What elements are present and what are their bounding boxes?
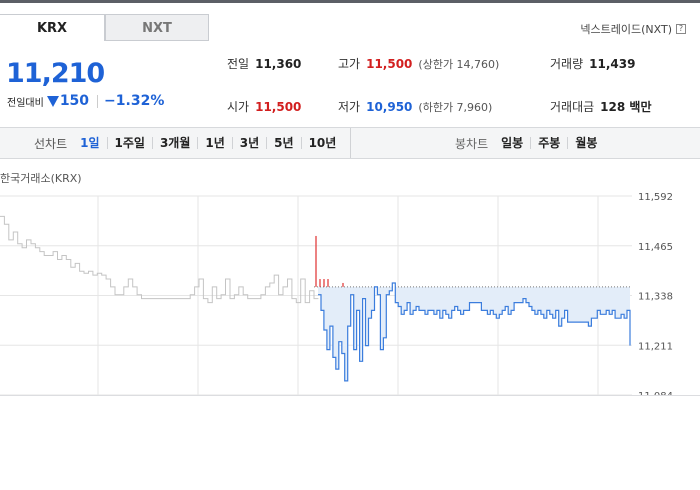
period-10y[interactable]: 10년 [300, 137, 344, 149]
stat-value: 10,950 [366, 100, 413, 114]
stat-low: 저가 10,950 (하한가 7,960) [338, 98, 492, 115]
period-daily-candle[interactable]: 일봉 [501, 137, 530, 149]
period-3m[interactable]: 3개월 [151, 137, 197, 149]
period-weekly-candle[interactable]: 주봉 [530, 137, 567, 149]
stat-label: 고가 [338, 57, 361, 71]
price-area-fill [318, 286, 630, 381]
y-tick-label: 11,211 [638, 341, 673, 352]
y-tick-label: 11,338 [638, 292, 673, 303]
current-price: 11,210 [6, 58, 105, 89]
stat-value: 128 백만 [600, 100, 652, 114]
y-tick-label: 11,465 [638, 242, 673, 253]
tab-krx[interactable]: KRX [0, 14, 105, 41]
line-chart-periods: 선차트 1일 1주일 3개월 1년 3년 5년 10년 [34, 128, 343, 158]
period-1y[interactable]: 1년 [197, 137, 231, 149]
stat-label: 저가 [338, 100, 361, 114]
toolbar-divider [350, 128, 351, 158]
stat-open: 시가 11,500 [227, 98, 301, 115]
period-3y[interactable]: 3년 [231, 137, 266, 149]
stat-high: 고가 11,500 (상한가 14,760) [338, 55, 499, 72]
stat-label: 시가 [227, 100, 250, 114]
stat-amount: 거래대금 128 백만 [550, 98, 651, 115]
stat-value: 11,360 [255, 57, 302, 71]
stat-value: 11,500 [366, 57, 413, 71]
stat-label: 거래대금 [550, 100, 595, 114]
price-change: 전일대비 150 −1.32% [7, 93, 164, 109]
help-icon[interactable]: ? [676, 24, 686, 34]
diff-percent: −1.32% [104, 93, 165, 109]
pre-market-line [0, 215, 319, 304]
diff-label: 전일대비 [7, 97, 44, 109]
diff-separator [97, 94, 99, 108]
stat-prev-close: 전일 11,360 [227, 55, 301, 72]
tab-nxt[interactable]: NXT [105, 14, 209, 41]
period-toolbar: 선차트 1일 1주일 3개월 1년 3년 5년 10년 봉차트 일봉 주봉 월봉 [0, 127, 700, 159]
period-1w[interactable]: 1주일 [106, 137, 152, 149]
down-arrow-icon [46, 95, 59, 107]
stat-sub: (하한가 7,960) [418, 101, 493, 114]
stat-label: 거래량 [550, 57, 584, 71]
candle-chart-title: 봉차트 [455, 136, 489, 151]
stat-value: 11,500 [255, 100, 302, 114]
diff-value: 150 [59, 93, 90, 109]
period-monthly-candle[interactable]: 월봉 [567, 137, 604, 149]
period-5y[interactable]: 5년 [266, 137, 300, 149]
tab-underline [105, 40, 209, 41]
line-chart-title: 선차트 [34, 136, 68, 151]
top-border [0, 0, 700, 3]
y-tick-label: 11,592 [638, 192, 673, 203]
price-chart: 11,59211,46511,33811,21111,084 [0, 192, 673, 395]
stat-volume: 거래량 11,439 [550, 55, 635, 72]
stat-value: 11,439 [589, 57, 636, 71]
chart-caption: 한국거래소(KRX) [0, 172, 82, 185]
period-1d[interactable]: 1일 [80, 137, 106, 149]
stat-sub: (상한가 14,760) [418, 58, 500, 71]
nxt-link[interactable]: 넥스트레이드(NXT) ? [580, 21, 686, 37]
candle-chart-periods: 봉차트 일봉 주봉 월봉 [455, 128, 604, 158]
stat-label: 전일 [227, 57, 250, 71]
nxt-link-label: 넥스트레이드(NXT) [580, 23, 672, 36]
chart-bottom-border [0, 395, 700, 396]
